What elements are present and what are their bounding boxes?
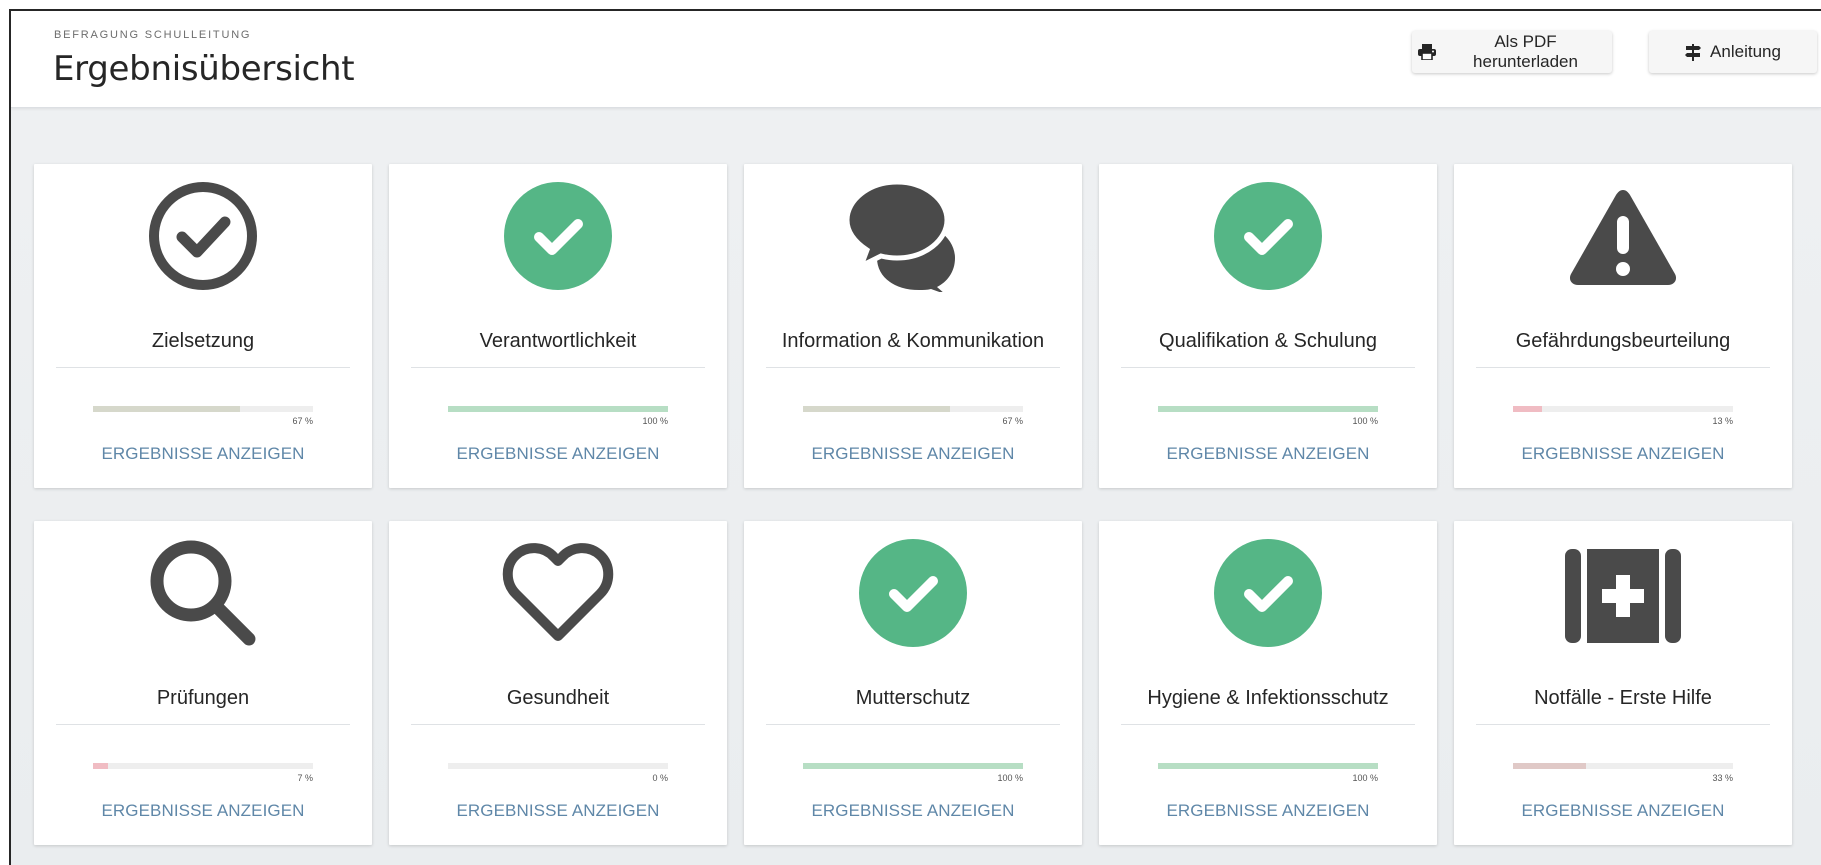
guide-button[interactable]: Anleitung — [1649, 31, 1817, 73]
heart-outline-icon — [389, 537, 727, 649]
progress-percent: 100 % — [997, 773, 1023, 783]
category-title: Gefährdungsbeurteilung — [1515, 330, 1731, 352]
page-title: Ergebnisübersicht — [53, 49, 355, 89]
show-results-link[interactable]: ERGEBNISSE ANZEIGEN — [389, 444, 727, 464]
card-divider — [1476, 724, 1770, 725]
speech-bubbles-icon — [744, 180, 1082, 292]
page-eyebrow: BEFRAGUNG SCHULLEITUNG — [54, 29, 252, 41]
category-title: Gesundheit — [506, 687, 610, 709]
check-circle-green-icon — [1099, 180, 1437, 292]
category-card: Gefährdungsbeurteilung 13 % ERGEBNISSE A… — [1454, 164, 1792, 488]
card-divider — [56, 724, 350, 725]
page-header: BEFRAGUNG SCHULLEITUNG Ergebnisübersicht… — [11, 11, 1821, 108]
check-circle-green-icon — [1099, 537, 1437, 649]
category-card: Notfälle - Erste Hilfe 33 % ERGEBNISSE A… — [1454, 521, 1792, 845]
check-circle-green-icon — [744, 537, 1082, 649]
category-title: Verantwortlichkeit — [479, 330, 637, 352]
show-results-link[interactable]: ERGEBNISSE ANZEIGEN — [744, 801, 1082, 821]
progress-bar — [1513, 763, 1733, 769]
progress-percent: 67 % — [292, 416, 313, 426]
card-divider — [1476, 367, 1770, 368]
category-card-grid: Zielsetzung 67 % ERGEBNISSE ANZEIGEN Ver… — [34, 164, 1792, 845]
progress-percent: 100 % — [1352, 773, 1378, 783]
show-results-link[interactable]: ERGEBNISSE ANZEIGEN — [744, 444, 1082, 464]
progress-bar — [93, 406, 313, 412]
progress-bar-fill — [448, 406, 668, 412]
progress-bar-fill — [1158, 406, 1378, 412]
results-overview: Zielsetzung 67 % ERGEBNISSE ANZEIGEN Ver… — [11, 108, 1821, 865]
progress-bar-fill — [93, 763, 109, 769]
progress-bar — [803, 406, 1023, 412]
card-divider — [766, 367, 1060, 368]
progress-bar — [803, 763, 1023, 769]
check-circle-green-icon — [389, 180, 727, 292]
card-divider — [1121, 367, 1415, 368]
progress-percent: 7 % — [297, 773, 313, 783]
category-title: Qualifikation & Schulung — [1159, 330, 1377, 352]
show-results-link[interactable]: ERGEBNISSE ANZEIGEN — [34, 801, 372, 821]
category-title: Mutterschutz — [855, 687, 971, 709]
warning-triangle-icon — [1454, 180, 1792, 292]
progress-bar-fill — [93, 406, 241, 412]
progress-bar — [1158, 763, 1378, 769]
show-results-link[interactable]: ERGEBNISSE ANZEIGEN — [1454, 801, 1792, 821]
category-card: Mutterschutz 100 % ERGEBNISSE ANZEIGEN — [744, 521, 1082, 845]
show-results-link[interactable]: ERGEBNISSE ANZEIGEN — [1099, 801, 1437, 821]
category-card: Zielsetzung 67 % ERGEBNISSE ANZEIGEN — [34, 164, 372, 488]
progress-bar-fill — [803, 763, 1023, 769]
progress-bar — [1513, 406, 1733, 412]
category-title: Notfälle - Erste Hilfe — [1534, 687, 1712, 709]
progress-bar-fill — [1513, 763, 1586, 769]
show-results-link[interactable]: ERGEBNISSE ANZEIGEN — [1454, 444, 1792, 464]
progress-percent: 100 % — [1352, 416, 1378, 426]
progress-percent: 100 % — [642, 416, 668, 426]
check-circle-outline-icon — [34, 180, 372, 292]
progress-percent: 67 % — [1002, 416, 1023, 426]
card-divider — [411, 724, 705, 725]
progress-percent: 0 % — [652, 773, 668, 783]
category-card: Information & Kommunikation 67 % ERGEBNI… — [744, 164, 1082, 488]
signpost-icon — [1685, 43, 1702, 61]
show-results-link[interactable]: ERGEBNISSE ANZEIGEN — [389, 801, 727, 821]
progress-bar-fill — [803, 406, 951, 412]
progress-percent: 13 % — [1712, 416, 1733, 426]
category-card: Prüfungen 7 % ERGEBNISSE ANZEIGEN — [34, 521, 372, 845]
category-card: Qualifikation & Schulung 100 % ERGEBNISS… — [1099, 164, 1437, 488]
progress-bar-fill — [1513, 406, 1542, 412]
show-results-link[interactable]: ERGEBNISSE ANZEIGEN — [1099, 444, 1437, 464]
category-card: Gesundheit 0 % ERGEBNISSE ANZEIGEN — [389, 521, 727, 845]
card-divider — [56, 367, 350, 368]
progress-bar — [93, 763, 313, 769]
progress-bar — [448, 406, 668, 412]
first-aid-kit-icon — [1454, 537, 1792, 649]
progress-bar — [1158, 406, 1378, 412]
category-title: Hygiene & Infektionsschutz — [1147, 687, 1389, 709]
progress-percent: 33 % — [1712, 773, 1733, 783]
progress-bar — [448, 763, 668, 769]
show-results-link[interactable]: ERGEBNISSE ANZEIGEN — [34, 444, 372, 464]
progress-bar-fill — [1158, 763, 1378, 769]
category-card: Hygiene & Infektionsschutz 100 % ERGEBNI… — [1099, 521, 1437, 845]
app-window: BEFRAGUNG SCHULLEITUNG Ergebnisübersicht… — [9, 9, 1821, 865]
magnifier-icon — [34, 537, 372, 649]
card-divider — [411, 367, 705, 368]
guide-label: Anleitung — [1710, 42, 1781, 61]
print-icon — [1418, 44, 1436, 60]
category-title: Zielsetzung — [151, 330, 255, 352]
card-divider — [1121, 724, 1415, 725]
card-divider — [766, 724, 1060, 725]
category-title: Information & Kommunikation — [781, 330, 1045, 352]
download-pdf-label: Als PDF herunterladen — [1473, 32, 1578, 71]
category-title: Prüfungen — [156, 687, 250, 709]
category-card: Verantwortlichkeit 100 % ERGEBNISSE ANZE… — [389, 164, 727, 488]
download-pdf-button[interactable]: Als PDF herunterladen — [1412, 31, 1612, 73]
